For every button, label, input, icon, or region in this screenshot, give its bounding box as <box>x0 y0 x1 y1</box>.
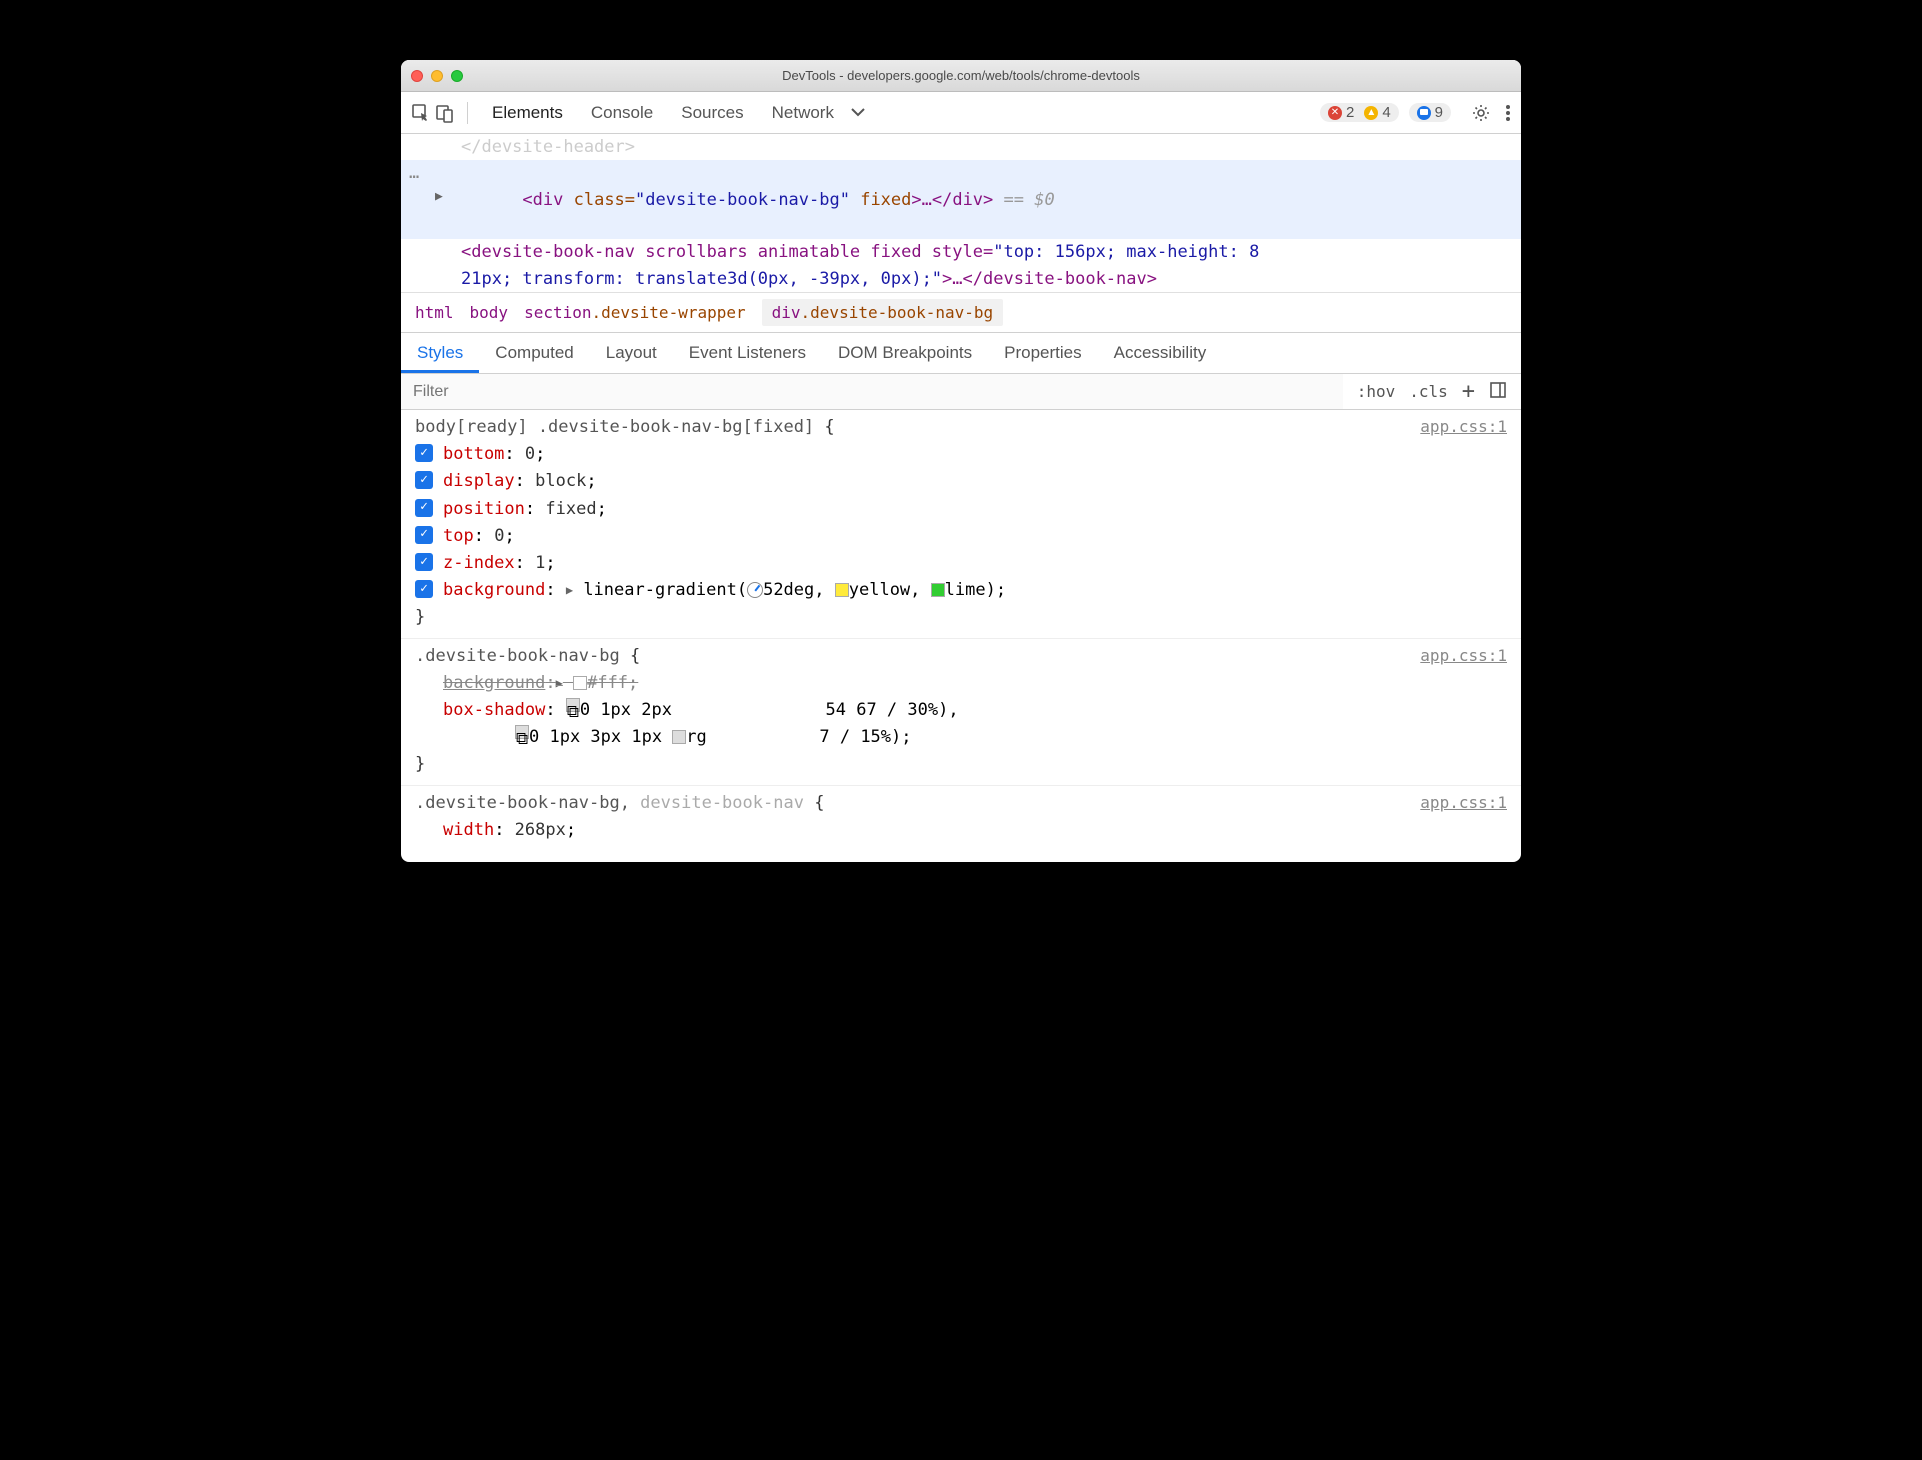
more-tabs-icon[interactable] <box>850 105 866 121</box>
checkbox-icon[interactable]: ✓ <box>415 471 433 489</box>
css-decl[interactable]: ✓position: fixed; <box>415 496 1507 523</box>
main-toolbar: Elements Console Sources Network ✕ 2 ▲ 4… <box>401 92 1521 134</box>
shadow-swatch-icon[interactable]: ⧉ <box>566 698 580 712</box>
styles-filterbar: :hov .cls + <box>401 374 1521 410</box>
source-link[interactable]: app.css:1 <box>1420 790 1507 816</box>
css-decl-overridden[interactable]: background:▶ #fff; <box>415 670 1507 697</box>
expand-icon[interactable]: ▶ <box>556 676 563 690</box>
messages-badge[interactable]: 9 <box>1409 103 1451 122</box>
css-decl-cont[interactable]: ⧉0 1px 3px 1px rg 7 / 15%); <box>415 724 1507 751</box>
tab-sources[interactable]: Sources <box>669 92 755 133</box>
css-decl[interactable]: ✓display: block; <box>415 468 1507 495</box>
tab-network[interactable]: Network <box>760 92 846 133</box>
checkbox-icon[interactable]: ✓ <box>415 553 433 571</box>
hov-toggle[interactable]: :hov <box>1357 382 1396 401</box>
subtab-properties[interactable]: Properties <box>988 333 1097 373</box>
css-decl[interactable]: box-shadow: ⧉0 1px 2px 54 67 / 30%), <box>415 697 1507 724</box>
styles-subtabs: Styles Computed Layout Event Listeners D… <box>401 333 1521 374</box>
dom-row[interactable]: <devsite-book-nav scrollbars animatable … <box>401 239 1521 265</box>
checkbox-icon[interactable]: ✓ <box>415 499 433 517</box>
dom-row[interactable]: 21px; transform: translate3d(0px, -39px,… <box>401 266 1521 292</box>
kebab-icon[interactable] <box>1505 104 1511 122</box>
tab-console[interactable]: Console <box>579 92 665 133</box>
inspect-icon[interactable] <box>411 103 431 123</box>
subtab-dom-breakpoints[interactable]: DOM Breakpoints <box>822 333 988 373</box>
dom-tree[interactable]: </devsite-header> ▶<div class="devsite-b… <box>401 134 1521 292</box>
error-count: 2 <box>1346 104 1354 121</box>
color-swatch-icon[interactable] <box>931 583 945 597</box>
devtools-window: DevTools - developers.google.com/web/too… <box>401 60 1521 862</box>
error-badge[interactable]: ✕ 2 ▲ 4 <box>1320 103 1399 122</box>
css-decl[interactable]: ✓background: ▶ linear-gradient(52deg, ye… <box>415 577 1507 604</box>
message-icon <box>1417 106 1431 120</box>
tab-elements[interactable]: Elements <box>480 92 575 133</box>
subtab-event-listeners[interactable]: Event Listeners <box>673 333 822 373</box>
angle-swatch-icon[interactable] <box>747 582 763 598</box>
css-decl[interactable]: ✓bottom: 0; <box>415 441 1507 468</box>
css-decl[interactable]: width: 268px; <box>415 817 1507 844</box>
crumb[interactable]: section.devsite-wrapper <box>524 303 746 322</box>
expand-icon[interactable]: ▶ <box>566 583 573 597</box>
error-icon: ✕ <box>1328 106 1342 120</box>
subtab-styles[interactable]: Styles <box>401 333 479 373</box>
window-title: DevTools - developers.google.com/web/too… <box>401 68 1521 83</box>
rule-block: app.css:1 body[ready] .devsite-book-nav-… <box>401 410 1521 639</box>
crumb[interactable]: body <box>470 303 509 322</box>
style-rules: app.css:1 body[ready] .devsite-book-nav-… <box>401 410 1521 862</box>
css-decl[interactable]: ✓top: 0; <box>415 523 1507 550</box>
shadow-swatch-icon[interactable]: ⧉ <box>515 725 529 739</box>
subtab-layout[interactable]: Layout <box>590 333 673 373</box>
checkbox-icon[interactable]: ✓ <box>415 580 433 598</box>
filter-input[interactable] <box>401 374 1343 409</box>
subtab-computed[interactable]: Computed <box>479 333 589 373</box>
expand-icon[interactable]: ▶ <box>435 187 443 207</box>
titlebar: DevTools - developers.google.com/web/too… <box>401 60 1521 92</box>
device-icon[interactable] <box>435 103 455 123</box>
color-swatch-icon[interactable] <box>573 676 587 690</box>
cls-toggle[interactable]: .cls <box>1409 382 1448 401</box>
message-count: 9 <box>1435 104 1443 121</box>
color-swatch-icon[interactable] <box>835 583 849 597</box>
new-rule-icon[interactable]: + <box>1462 379 1475 404</box>
subtab-accessibility[interactable]: Accessibility <box>1098 333 1223 373</box>
color-swatch-icon[interactable] <box>672 730 686 744</box>
warning-count: 4 <box>1382 104 1390 121</box>
dom-row[interactable]: </devsite-header> <box>401 134 1521 160</box>
css-decl[interactable]: ✓z-index: 1; <box>415 550 1507 577</box>
gear-icon[interactable] <box>1471 103 1491 123</box>
crumb[interactable]: html <box>415 303 454 322</box>
rule-block: app.css:1 .devsite-book-nav-bg { backgro… <box>401 639 1521 786</box>
computed-panel-icon[interactable] <box>1489 381 1507 403</box>
breadcrumb: html body section.devsite-wrapper div.de… <box>401 292 1521 333</box>
crumb-active[interactable]: div.devsite-book-nav-bg <box>762 299 1004 326</box>
warning-icon: ▲ <box>1364 106 1378 120</box>
source-link[interactable]: app.css:1 <box>1420 414 1507 440</box>
source-link[interactable]: app.css:1 <box>1420 643 1507 669</box>
dom-row-selected[interactable]: ▶<div class="devsite-book-nav-bg" fixed>… <box>401 160 1521 239</box>
rule-block: app.css:1 .devsite-book-nav-bg, devsite-… <box>401 786 1521 850</box>
checkbox-icon[interactable]: ✓ <box>415 444 433 462</box>
checkbox-icon[interactable]: ✓ <box>415 526 433 544</box>
